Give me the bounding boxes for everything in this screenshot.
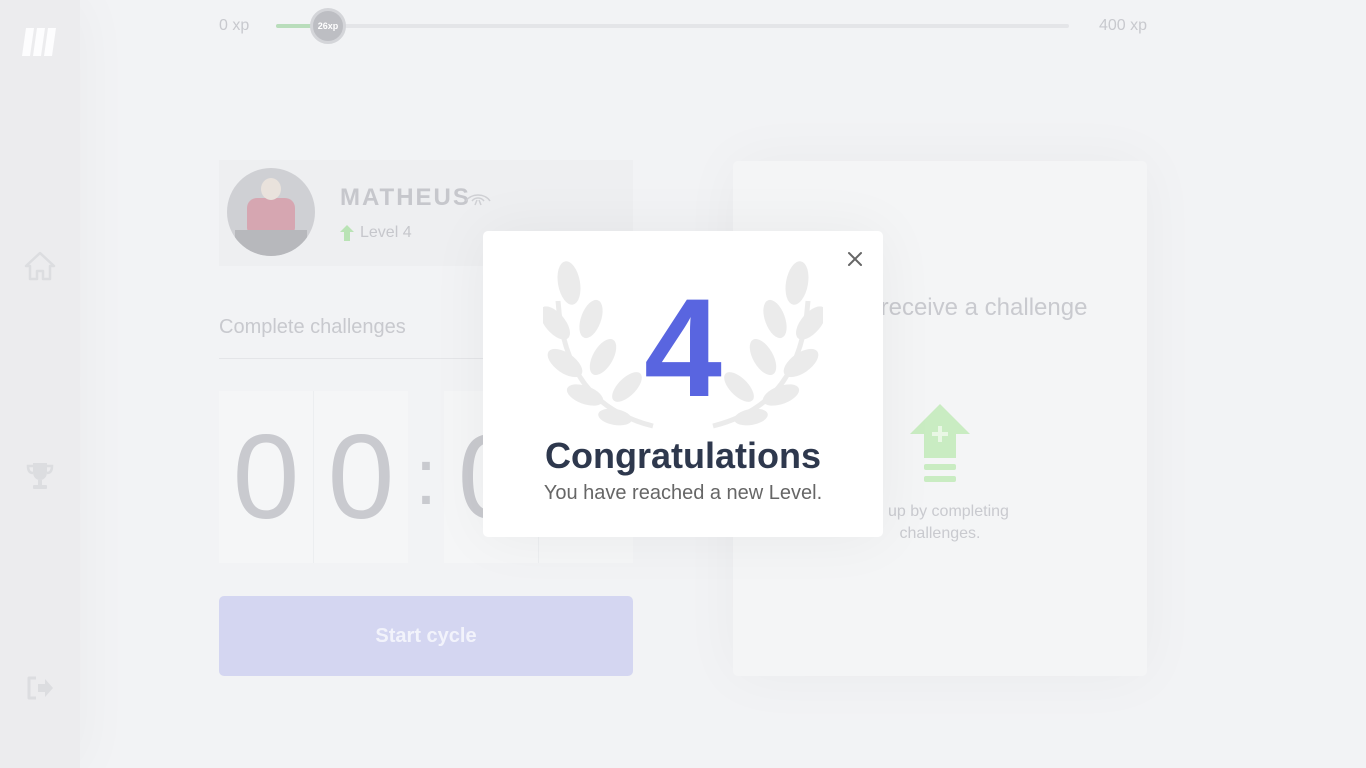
- level-up-modal: 4 Congratulations You have reached a new…: [483, 231, 883, 537]
- new-level-number: 4: [644, 269, 722, 426]
- modal-subtitle: You have reached a new Level.: [543, 482, 823, 504]
- close-icon: [848, 252, 862, 266]
- modal-title: Congratulations: [545, 435, 821, 476]
- close-modal-button[interactable]: [843, 247, 867, 271]
